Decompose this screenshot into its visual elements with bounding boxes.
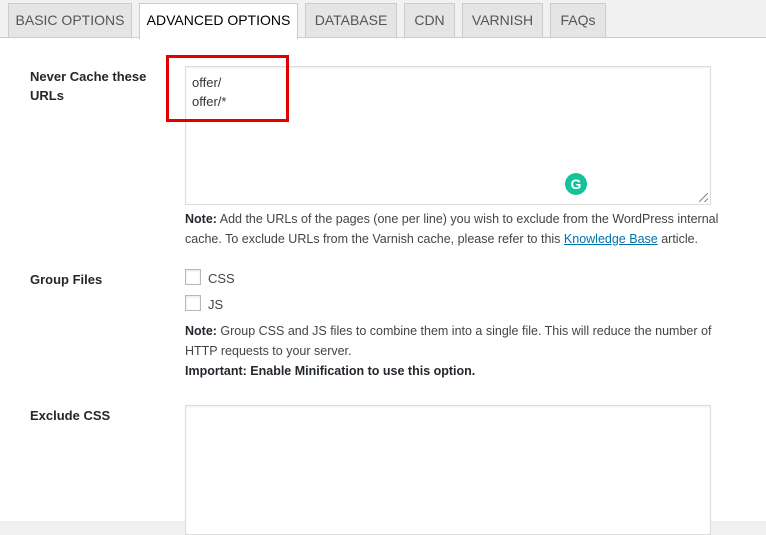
css-checkbox[interactable]	[185, 269, 201, 285]
never-cache-label-line1: Never Cache these	[30, 69, 147, 84]
never-cache-label: Never Cache these URLs	[30, 67, 146, 105]
tab-cdn[interactable]: CDN	[404, 3, 455, 37]
knowledge-base-link[interactable]: Knowledge Base	[564, 232, 658, 246]
never-cache-note: Note: Add the URLs of the pages (one per…	[185, 209, 718, 249]
note-text: cache. To exclude URLs from the Varnish …	[185, 232, 564, 246]
important-note: Important: Enable Minification to use th…	[185, 364, 476, 378]
note-text: article.	[657, 232, 699, 246]
exclude-css-label: Exclude CSS	[30, 408, 111, 423]
grammarly-icon[interactable]: G	[565, 173, 587, 195]
note-text: Group CSS and JS files to combine them i…	[216, 324, 712, 338]
tab-advanced-options[interactable]: ADVANCED OPTIONS	[139, 3, 298, 39]
tab-faqs[interactable]: FAQs	[550, 3, 606, 37]
note-bold: Note:	[185, 212, 217, 226]
resize-handle-icon[interactable]	[699, 193, 708, 202]
js-checkbox-label[interactable]: JS	[208, 297, 223, 313]
note-text: Add the URLs of the pages (one per line)…	[216, 212, 719, 226]
note-text: HTTP requests to your server.	[185, 344, 352, 358]
never-cache-label-line2: URLs	[30, 88, 64, 103]
group-files-label: Group Files	[30, 272, 103, 287]
never-cache-textarea[interactable]: offer/ offer/*	[185, 66, 711, 205]
note-bold: Note:	[185, 324, 217, 338]
tab-database[interactable]: DATABASE	[305, 3, 397, 37]
tab-bar: BASIC OPTIONS ADVANCED OPTIONS DATABASE …	[0, 0, 766, 39]
exclude-css-textarea[interactable]	[185, 405, 711, 535]
tabs-divider	[0, 37, 766, 38]
js-checkbox[interactable]	[185, 295, 201, 311]
tab-varnish[interactable]: VARNISH	[462, 3, 543, 37]
group-files-note: Note: Group CSS and JS files to combine …	[185, 321, 711, 381]
tab-basic-options[interactable]: BASIC OPTIONS	[8, 3, 132, 37]
css-checkbox-label[interactable]: CSS	[208, 271, 235, 287]
settings-panel: Never Cache these URLs offer/ offer/* G …	[0, 38, 766, 535]
